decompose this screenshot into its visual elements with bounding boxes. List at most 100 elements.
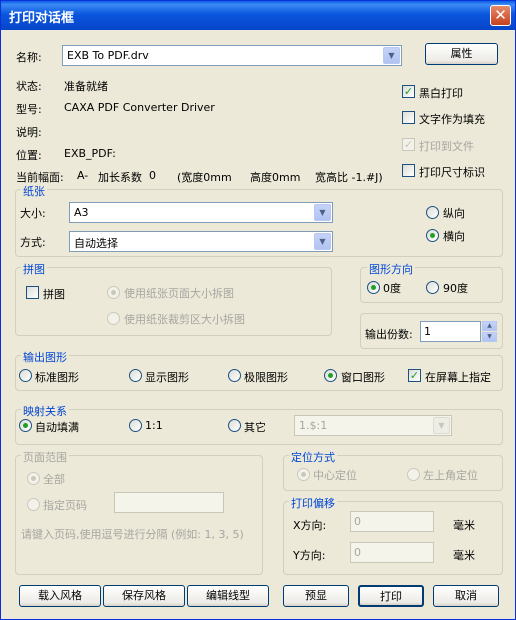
text-as-fill-label: 文字作为填充 — [419, 113, 485, 126]
ratio-text: 宽高比 -1.#J) — [315, 171, 383, 184]
offset-x-label: X方向: — [293, 519, 327, 532]
printer-name-select[interactable]: EXB To PDF.drv ▼ — [62, 45, 402, 66]
print-to-file-checkbox[interactable]: ✓ — [402, 138, 415, 151]
position-top-left-radio[interactable] — [407, 468, 420, 481]
offset-y-value: 0 — [354, 546, 361, 559]
close-icon: ✕ — [494, 6, 507, 24]
properties-button[interactable]: 属性 — [425, 43, 498, 65]
tile-by-clip-label: 使用纸张裁剪区大小拆图 — [124, 313, 245, 326]
print-to-file-label: 打印到文件 — [419, 140, 474, 153]
output-limits-label: 极限图形 — [244, 371, 288, 384]
check-icon: ✓ — [409, 369, 420, 382]
paper-mode-select[interactable]: 自动选择 ▼ — [69, 231, 333, 252]
printer-name-value: EXB To PDF.drv — [67, 49, 149, 62]
edit-linetype-button[interactable]: 编辑线型 — [187, 585, 269, 607]
page-all-radio[interactable] — [27, 472, 40, 485]
print-size-mark-label: 打印尺寸标识 — [419, 166, 485, 179]
tile-label: 拼图 — [43, 288, 65, 301]
position-center-radio[interactable] — [297, 468, 310, 481]
close-button[interactable]: ✕ — [490, 5, 511, 26]
portrait-radio[interactable] — [426, 206, 439, 219]
output-standard-radio[interactable] — [19, 369, 32, 382]
page-range-legend: 页面范围 — [21, 449, 69, 465]
page-all-label: 全部 — [43, 473, 65, 486]
bw-print-checkbox[interactable]: ✓ — [402, 85, 415, 98]
position-center-label: 中心定位 — [313, 469, 357, 482]
copies-up-icon[interactable]: ▲ — [482, 321, 497, 331]
width-text: (宽度0mm — [177, 171, 232, 184]
height-text: 高度0mm — [250, 171, 301, 184]
offset-y-label: Y方向: — [293, 549, 326, 562]
check-icon: ✓ — [403, 138, 414, 151]
offset-y-unit: 毫米 — [453, 549, 475, 562]
tile-by-clip-radio[interactable] — [107, 312, 120, 325]
rotate-0-label: 0度 — [383, 282, 401, 295]
scale-value: 0 — [149, 169, 156, 182]
paper-legend: 纸张 — [21, 183, 47, 199]
chevron-down-icon[interactable]: ▼ — [314, 204, 331, 221]
landscape-radio[interactable] — [426, 229, 439, 242]
orientation-legend: 图形方向 — [367, 261, 415, 277]
page-numbers-input[interactable] — [114, 492, 224, 513]
paper-size-label: 大小: — [20, 207, 46, 220]
status-value: 准备就绪 — [64, 80, 108, 93]
tile-checkbox[interactable] — [26, 286, 39, 299]
print-dialog: 打印对话框 ✕ 名称: EXB To PDF.drv ▼ 属性 状态: 准备就绪… — [0, 0, 516, 620]
chevron-down-icon[interactable]: ▼ — [433, 417, 450, 434]
chevron-down-icon[interactable]: ▼ — [383, 47, 400, 64]
paper-mode-label: 方式: — [20, 236, 46, 249]
mapping-other-label: 其它 — [244, 421, 266, 434]
output-display-radio[interactable] — [129, 369, 142, 382]
specify-on-screen-label: 在屏幕上指定 — [425, 371, 491, 384]
output-window-radio[interactable] — [324, 369, 337, 382]
rotate-90-radio[interactable] — [426, 281, 439, 294]
title-bar[interactable]: 打印对话框 ✕ — [1, 1, 515, 30]
mapping-other-select[interactable]: 1.$:1 ▼ — [294, 415, 452, 436]
check-icon: ✓ — [403, 85, 414, 98]
rotate-90-label: 90度 — [443, 282, 468, 295]
tile-by-page-label: 使用纸张页面大小拆图 — [124, 287, 234, 300]
chevron-down-icon[interactable]: ▼ — [314, 233, 331, 250]
output-legend: 输出图形 — [21, 349, 69, 365]
current-size-value: A- — [77, 169, 89, 182]
mapping-other-radio[interactable] — [228, 419, 241, 432]
positioning-legend: 定位方式 — [289, 449, 337, 465]
rotate-0-radio[interactable] — [367, 281, 380, 294]
paper-size-select[interactable]: A3 ▼ — [69, 202, 333, 223]
scale-label: 加长系数 — [98, 171, 142, 184]
offset-x-unit: 毫米 — [453, 519, 475, 532]
page-specified-radio[interactable] — [27, 498, 40, 511]
copies-label: 输出份数: — [365, 328, 413, 341]
model-value: CAXA PDF Converter Driver — [64, 101, 215, 114]
mapping-auto-radio[interactable] — [19, 419, 32, 432]
paper-size-value: A3 — [74, 206, 89, 219]
save-style-button[interactable]: 保存风格 — [103, 585, 185, 607]
landscape-label: 横向 — [443, 230, 465, 243]
preview-button[interactable]: 预显 — [283, 585, 349, 607]
copies-down-icon[interactable]: ▼ — [482, 332, 497, 342]
offset-y-input[interactable]: 0 — [350, 542, 434, 563]
offset-x-input[interactable]: 0 — [350, 511, 434, 532]
mapping-1to1-radio[interactable] — [129, 419, 142, 432]
page-range-hint: 请键入页码,使用逗号进行分隔 (例如: 1, 3, 5) — [21, 528, 244, 541]
mapping-legend: 映射关系 — [21, 403, 69, 419]
output-limits-radio[interactable] — [228, 369, 241, 382]
offset-legend: 打印偏移 — [289, 495, 337, 511]
output-display-label: 显示图形 — [145, 371, 189, 384]
load-style-button[interactable]: 载入风格 — [19, 585, 101, 607]
position-top-left-label: 左上角定位 — [423, 469, 478, 482]
specify-on-screen-checkbox[interactable]: ✓ — [408, 369, 421, 382]
copies-input[interactable]: 1 — [420, 321, 481, 342]
offset-x-value: 0 — [354, 515, 361, 528]
status-label: 状态: — [16, 80, 42, 93]
page-specified-label: 指定页码 — [43, 499, 87, 512]
printer-name-label: 名称: — [16, 51, 42, 64]
output-standard-label: 标准图形 — [35, 371, 79, 384]
cancel-button[interactable]: 取消 — [433, 585, 499, 607]
print-size-mark-checkbox[interactable] — [402, 164, 415, 177]
mapping-1to1-label: 1:1 — [145, 419, 163, 432]
text-as-fill-checkbox[interactable] — [402, 111, 415, 124]
bw-print-label: 黑白打印 — [419, 87, 463, 100]
print-button[interactable]: 打印 — [358, 585, 424, 607]
tile-by-page-radio[interactable] — [107, 286, 120, 299]
